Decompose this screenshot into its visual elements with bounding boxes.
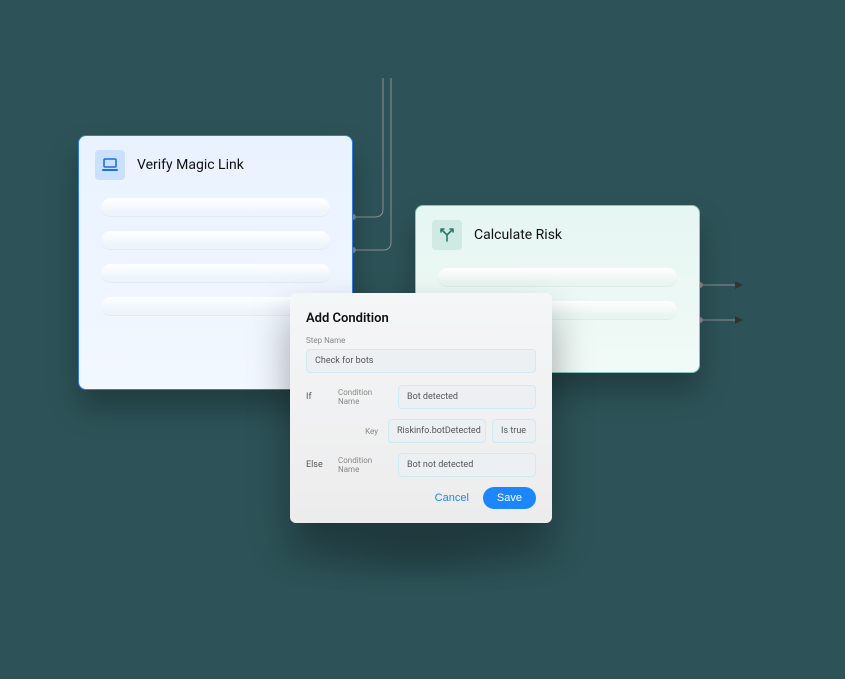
modal-title: Add Condition xyxy=(306,311,536,326)
key-field[interactable]: Riskinfo.botDetected xyxy=(388,419,486,443)
else-label: Else xyxy=(306,460,332,470)
placeholder-row xyxy=(101,231,330,250)
if-condition-field[interactable]: Bot detected xyxy=(398,385,536,409)
condition-name-label: Condition Name xyxy=(338,388,392,406)
add-condition-modal: Add Condition Step Name Check for bots I… xyxy=(290,293,552,523)
placeholder-row xyxy=(101,297,313,316)
key-op-field[interactable]: Is true xyxy=(492,419,536,443)
key-label: Key xyxy=(335,427,382,436)
placeholder-row xyxy=(101,264,330,283)
if-label: If xyxy=(306,392,332,402)
card-title: Verify Magic Link xyxy=(137,157,244,173)
shadow-decor xyxy=(260,520,580,590)
cancel-button[interactable]: Cancel xyxy=(431,488,473,508)
card-title: Calculate Risk xyxy=(474,227,562,243)
split-icon xyxy=(432,220,462,250)
condition-name-label: Condition Name xyxy=(338,456,392,474)
placeholder-row xyxy=(438,268,677,287)
else-condition-field[interactable]: Bot not detected xyxy=(398,453,536,477)
laptop-icon xyxy=(95,150,125,180)
step-name-label: Step Name xyxy=(306,336,536,345)
placeholder-row xyxy=(101,198,330,217)
save-button[interactable]: Save xyxy=(483,487,536,509)
step-name-field[interactable]: Check for bots xyxy=(306,349,536,373)
